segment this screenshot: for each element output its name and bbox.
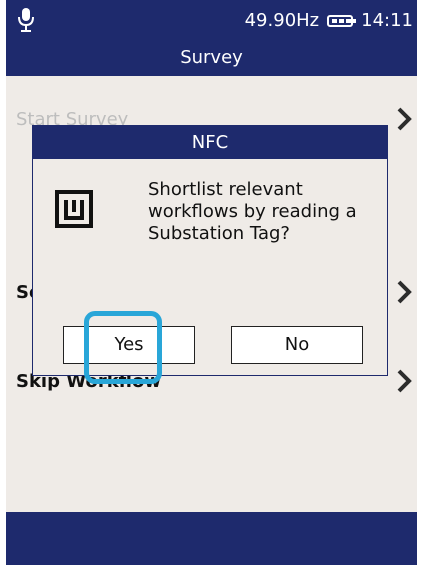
yes-button[interactable]: Yes bbox=[63, 326, 195, 364]
chevron-right-icon bbox=[397, 280, 412, 304]
frequency-readout: 49.90Hz bbox=[244, 10, 320, 31]
dialog-title: NFC bbox=[33, 126, 387, 159]
chevron-right-icon bbox=[397, 369, 412, 393]
status-indicators: 49.90Hz 14:11 bbox=[245, 11, 413, 31]
chevron-right-icon bbox=[397, 107, 412, 131]
no-button[interactable]: No bbox=[231, 326, 363, 364]
page-title: Survey bbox=[180, 47, 243, 68]
nfc-dialog: NFC Shortlist relevant workflows by read… bbox=[32, 125, 388, 376]
top-bar: 49.90Hz 14:11 Survey bbox=[6, 0, 417, 76]
nfc-tag-icon bbox=[55, 190, 93, 228]
bottom-bar bbox=[6, 512, 417, 565]
dialog-message: Shortlist relevant workflows by reading … bbox=[148, 179, 357, 244]
device-screen: 49.90Hz 14:11 Survey Start Survey Se Ski… bbox=[6, 0, 417, 565]
microphone-icon bbox=[18, 8, 34, 32]
battery-icon bbox=[327, 15, 357, 27]
clock: 14:11 bbox=[361, 10, 413, 31]
